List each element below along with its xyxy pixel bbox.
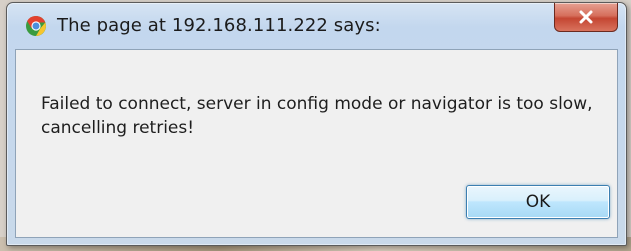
dialog-title: The page at 192.168.111.222 says: (57, 15, 381, 36)
dialog-message: Failed to connect, server in config mode… (41, 94, 593, 138)
close-button[interactable] (554, 3, 618, 32)
close-icon (578, 10, 594, 24)
dialog-titlebar[interactable]: The page at 192.168.111.222 says: (7, 3, 626, 49)
ok-button[interactable]: OK (466, 185, 610, 219)
chrome-icon (25, 15, 47, 37)
alert-dialog: The page at 192.168.111.222 says: Failed… (6, 2, 627, 246)
dialog-body: Failed to connect, server in config mode… (15, 49, 618, 238)
